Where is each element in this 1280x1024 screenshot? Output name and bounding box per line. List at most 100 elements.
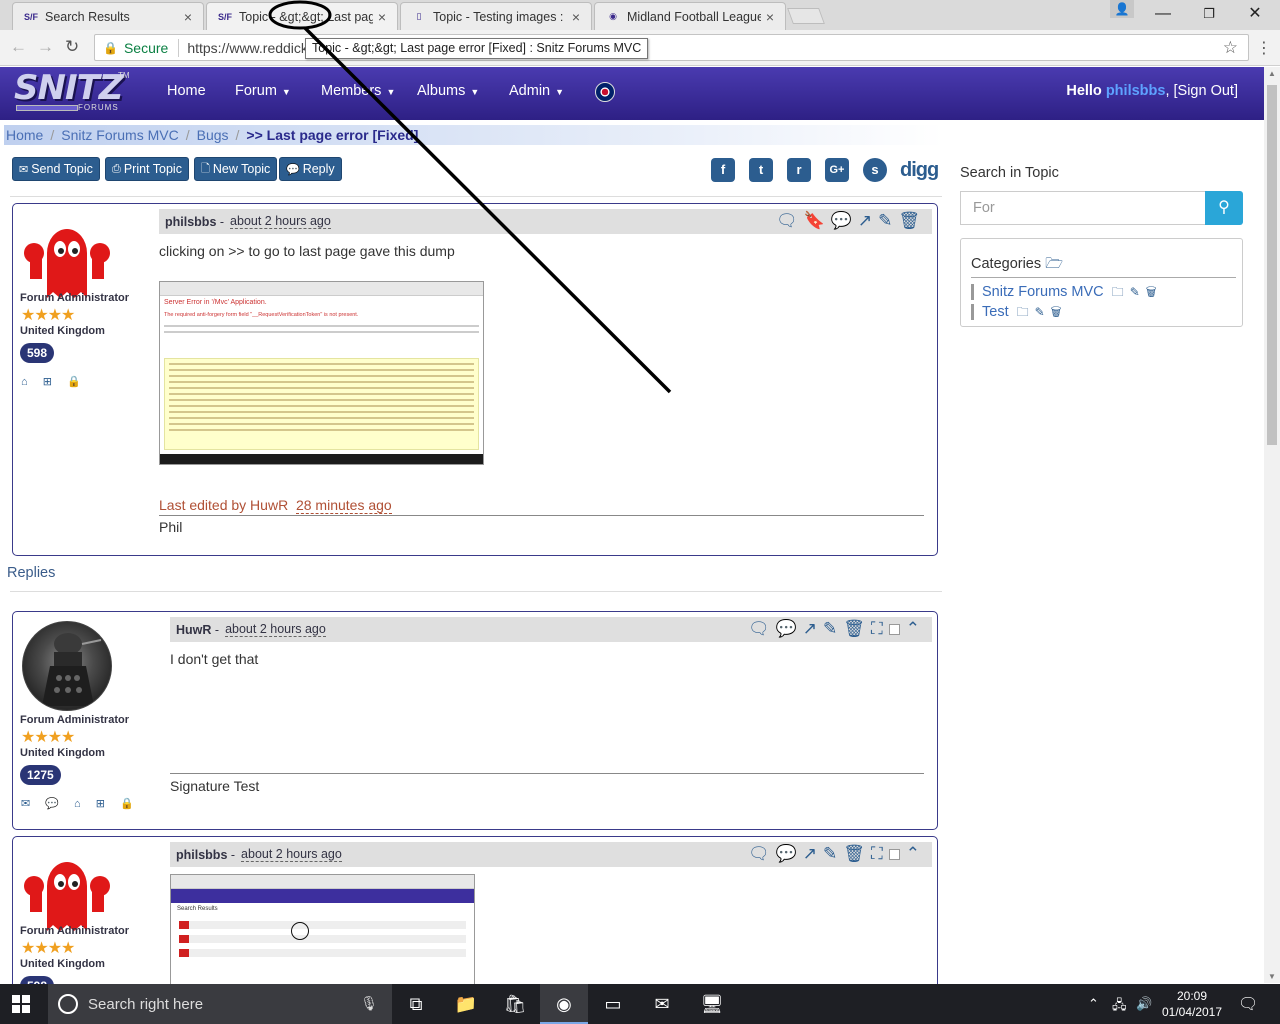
post-author[interactable]: philsbbs — [176, 848, 227, 862]
chrome-icon[interactable]: ◉ — [540, 984, 588, 1024]
back-icon[interactable]: ← — [10, 37, 27, 57]
lock-icon[interactable]: 🔒 — [67, 376, 87, 388]
twitter-icon[interactable]: t — [749, 158, 773, 182]
comments-icon[interactable]: 💬 — [831, 211, 858, 230]
new-tab-button[interactable] — [787, 8, 825, 24]
close-tab-icon[interactable]: × — [179, 9, 197, 25]
tray-chevron-icon[interactable]: ⌃ — [1088, 996, 1099, 1012]
home-icon[interactable]: ⌂ — [21, 376, 34, 388]
address-bar[interactable]: 🔒 Secure https://www.reddick 0 ☆ — [94, 34, 1249, 61]
nav-albums[interactable]: Albums ▼ — [417, 83, 479, 99]
remote-desktop-icon[interactable]: 🖥 — [688, 984, 736, 1024]
quote-icon[interactable]: 🗨 — [776, 211, 804, 230]
bookmark-icon[interactable]: 🔖 — [804, 211, 831, 230]
breadcrumb-forum[interactable]: Snitz Forums MVC — [61, 127, 178, 143]
folder-icon[interactable]: 🗀 — [1017, 305, 1035, 319]
envelope-icon[interactable]: ✉ — [21, 798, 36, 810]
search-icon[interactable]: ⚲ — [1205, 191, 1243, 225]
taskbar-search[interactable]: Search right here 🎙 — [48, 984, 392, 1024]
microphone-icon[interactable]: 🎙 — [360, 995, 378, 1012]
folder-icon[interactable]: 🗀 — [1112, 285, 1130, 299]
print-topic-button[interactable]: ⎙ Print Topic — [105, 157, 189, 181]
edit-icon[interactable]: ✎ — [823, 844, 843, 863]
comments-icon[interactable]: 💬 — [776, 844, 803, 863]
avatar[interactable] — [22, 213, 112, 303]
post-image-thumbnail[interactable]: Server Error in '/Mvc' Application. The … — [159, 281, 484, 465]
topic-search-input[interactable]: For — [960, 191, 1205, 225]
breadcrumb-bugs[interactable]: Bugs — [197, 127, 229, 143]
reload-icon[interactable]: ↻ — [65, 37, 79, 57]
tab-search-results[interactable]: S/F Search Results × — [12, 2, 204, 30]
home-icon[interactable]: ⌂ — [74, 798, 87, 810]
page-scrollbar[interactable]: ▲ ▼ — [1264, 67, 1280, 983]
nav-admin[interactable]: Admin ▼ — [509, 83, 564, 99]
new-topic-button[interactable]: 🗋 New Topic — [194, 157, 278, 181]
split-icon[interactable]: ⛶ — [871, 844, 889, 863]
scrollbar-thumb[interactable] — [1267, 85, 1277, 445]
sitemap-icon[interactable]: ⊞ — [43, 376, 58, 388]
comments-icon[interactable]: 💬 — [776, 619, 803, 638]
mail-icon[interactable]: ✉ — [638, 984, 686, 1024]
restore-icon[interactable]: ❐ — [1186, 0, 1232, 30]
edit-icon[interactable]: ✎ — [1130, 285, 1146, 299]
chevron-up-icon[interactable]: ⌃ — [906, 844, 926, 863]
forward-icon[interactable]: → — [37, 37, 54, 57]
facebook-icon[interactable]: f — [711, 158, 735, 182]
tab-topic-testing-images[interactable]: ▯ Topic - Testing images : S × — [400, 2, 592, 30]
close-tab-icon[interactable]: × — [761, 9, 779, 25]
profile-icon[interactable]: 👤 — [1110, 0, 1134, 18]
minimize-icon[interactable]: — — [1140, 0, 1186, 30]
post-author[interactable]: philsbbs — [165, 215, 216, 229]
scroll-up-icon[interactable]: ▲ — [1264, 69, 1280, 78]
nav-forum[interactable]: Forum ▼ — [235, 83, 291, 99]
trash-icon[interactable]: 🗑 — [843, 844, 871, 863]
edit-icon[interactable]: ✎ — [823, 619, 843, 638]
nav-members[interactable]: Members ▼ — [321, 83, 395, 99]
trash-icon[interactable]: 🗑 — [1051, 305, 1068, 319]
action-center-icon[interactable]: 🗨 — [1238, 994, 1258, 1014]
share-icon[interactable]: ↗ — [803, 619, 823, 638]
trash-icon[interactable]: 🗑 — [843, 619, 871, 638]
tab-midland-football[interactable]: ◉ Midland Football League × — [594, 2, 786, 30]
volume-icon[interactable]: 🔊 — [1136, 996, 1152, 1012]
task-view-icon[interactable]: ⧉ — [392, 984, 440, 1024]
username-link[interactable]: philsbbs — [1106, 83, 1166, 99]
quote-icon[interactable]: 🗨 — [748, 844, 776, 863]
send-topic-button[interactable]: ✉ Send Topic — [12, 157, 100, 181]
split-icon[interactable]: ⛶ — [871, 619, 889, 638]
reddit-icon[interactable]: r — [787, 158, 811, 182]
lock-icon[interactable]: 🔒 — [120, 798, 140, 810]
category-label[interactable]: Snitz Forums MVC — [982, 284, 1104, 300]
chevron-up-icon[interactable]: ⌃ — [906, 619, 926, 638]
network-icon[interactable]: 🖧 — [1112, 996, 1127, 1018]
category-item[interactable]: Snitz Forums MVC 🗀✎🗑 — [971, 284, 1163, 300]
close-tab-icon[interactable]: × — [373, 9, 391, 25]
post-author[interactable]: HuwR — [176, 623, 211, 637]
edit-icon[interactable]: ✎ — [878, 211, 898, 230]
category-item[interactable]: Test 🗀✎🗑 — [971, 304, 1067, 320]
stumbleupon-icon[interactable]: s — [863, 158, 887, 182]
windows-start-icon[interactable] — [12, 995, 30, 1013]
close-window-icon[interactable]: ✕ — [1232, 0, 1278, 30]
terminal-icon[interactable]: ▭ — [589, 984, 637, 1024]
reply-button[interactable]: 💬 Reply — [279, 157, 342, 181]
store-icon[interactable]: 🛍 — [491, 984, 539, 1024]
taskbar-clock[interactable]: 20:09 01/04/2017 — [1160, 988, 1224, 1020]
sign-out-link[interactable]: , [Sign Out] — [1165, 83, 1238, 99]
chat-icon[interactable]: 💬 — [45, 798, 65, 810]
trash-icon[interactable]: 🗑 — [1146, 285, 1163, 299]
share-icon[interactable]: ↗ — [858, 211, 878, 230]
select-checkbox[interactable] — [888, 849, 900, 861]
uk-flag-icon[interactable] — [595, 82, 615, 102]
scroll-down-icon[interactable]: ▼ — [1264, 972, 1280, 981]
breadcrumb-home[interactable]: Home — [6, 127, 43, 143]
file-explorer-icon[interactable]: 📁 — [442, 984, 490, 1024]
category-label[interactable]: Test — [982, 304, 1009, 320]
share-icon[interactable]: ↗ — [803, 844, 823, 863]
close-tab-icon[interactable]: × — [567, 9, 585, 25]
bookmark-star-icon[interactable]: ☆ — [1223, 38, 1238, 58]
edit-icon[interactable]: ✎ — [1035, 305, 1051, 319]
avatar[interactable] — [22, 846, 112, 936]
avatar[interactable] — [22, 621, 112, 711]
snitz-logo[interactable]: SNITZ FORUMS TM — [14, 71, 130, 113]
